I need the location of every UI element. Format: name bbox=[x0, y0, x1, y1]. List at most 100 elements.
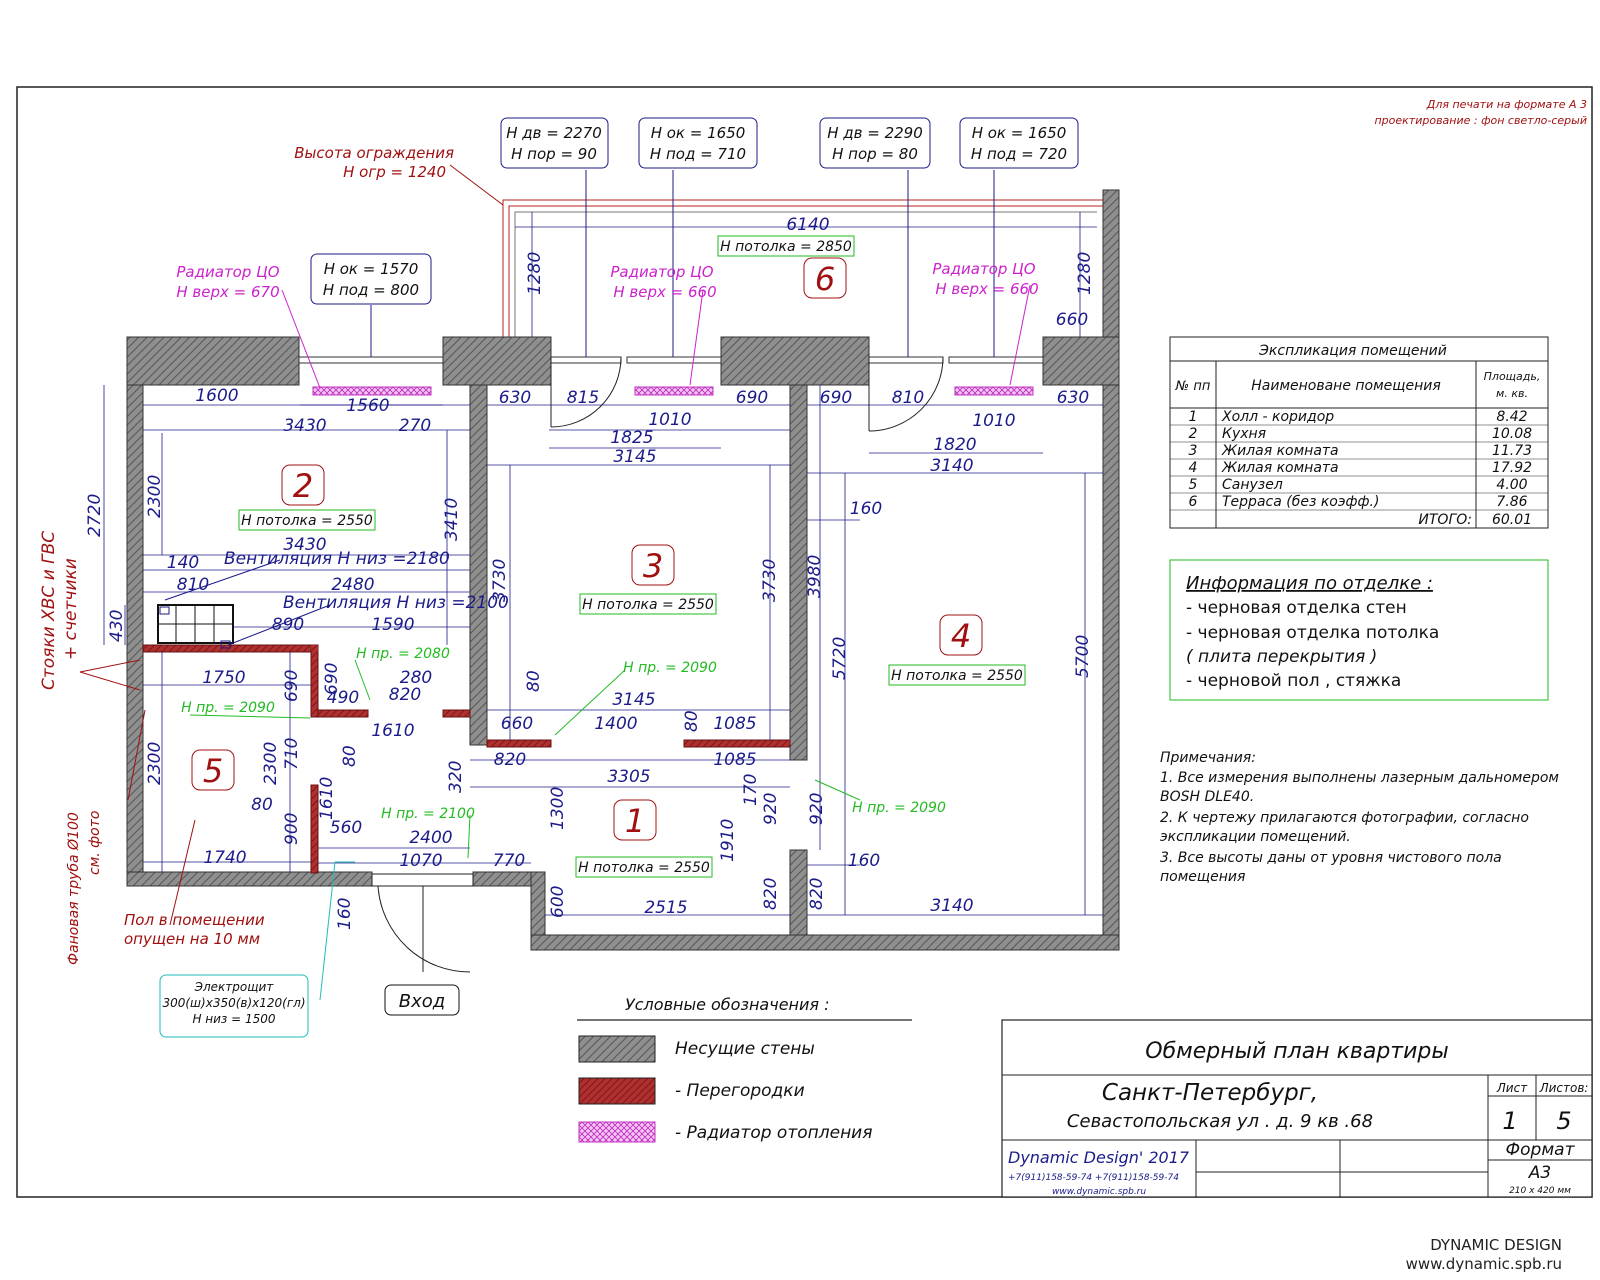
stamp-company: Dynamic Design' 2017 bbox=[1008, 1148, 1190, 1167]
svg-text:Н пор = 90: Н пор = 90 bbox=[511, 145, 597, 163]
svg-text:1010: 1010 bbox=[648, 410, 691, 430]
svg-text:17.92: 17.92 bbox=[1492, 460, 1532, 476]
room-4: 4 Н потолка = 2550 bbox=[888, 614, 1026, 686]
svg-text:1010: 1010 bbox=[972, 411, 1015, 431]
svg-text:Н потолка = 2850: Н потолка = 2850 bbox=[720, 239, 852, 255]
svg-text:3: 3 bbox=[643, 547, 663, 585]
svg-text:Н под = 710: Н под = 710 bbox=[650, 145, 746, 163]
footer-brand: DYNAMIC DESIGN bbox=[1430, 1236, 1562, 1254]
radiator-label-1a: Радиатор ЦО bbox=[176, 263, 279, 281]
svg-text:710: 710 bbox=[282, 738, 302, 770]
entrance-label: Вход bbox=[384, 984, 460, 1016]
svg-text:5: 5 bbox=[203, 752, 223, 790]
room-3: 3 Н потолка = 2550 bbox=[579, 544, 717, 615]
svg-text:Вход: Вход bbox=[399, 991, 445, 1012]
svg-text:3430: 3430 bbox=[283, 416, 326, 436]
svg-text:( плита перекрытия ): ( плита перекрытия ) bbox=[1186, 647, 1377, 667]
svg-text:80: 80 bbox=[251, 795, 273, 815]
svg-text:Информация по отделке :: Информация по отделке : bbox=[1186, 573, 1433, 594]
svg-text:3145: 3145 bbox=[613, 447, 656, 467]
svg-text:3980: 3980 bbox=[805, 555, 825, 598]
svg-text:1750: 1750 bbox=[202, 668, 245, 688]
floor-note-2: опущен на 10 мм bbox=[124, 930, 260, 948]
svg-text:Примечания:: Примечания: bbox=[1160, 750, 1256, 766]
svg-text:3140: 3140 bbox=[930, 456, 973, 476]
svg-text:810: 810 bbox=[177, 575, 209, 595]
svg-text:630: 630 bbox=[1057, 388, 1089, 408]
dimension-texts: 6140 1280 1280 660 1600 1560 3430 270 27… bbox=[85, 215, 1095, 930]
room-1: 1 Н потолка = 2550 bbox=[575, 799, 713, 878]
svg-text:Н ок = 1650: Н ок = 1650 bbox=[651, 124, 746, 142]
print-note-1: Для печати на формате А 3 bbox=[1426, 98, 1587, 111]
svg-text:660: 660 bbox=[501, 714, 533, 734]
svg-text:1610: 1610 bbox=[371, 721, 414, 741]
svg-text:3305: 3305 bbox=[607, 767, 650, 787]
page-footer: DYNAMIC DESIGN www.dynamic.spb.ru bbox=[1406, 1236, 1562, 1274]
svg-text:1825: 1825 bbox=[610, 428, 653, 448]
radiator-label-3a: Радиатор ЦО bbox=[932, 260, 1035, 278]
svg-text:900: 900 bbox=[282, 813, 302, 845]
svg-text:Н низ = 1500: Н низ = 1500 bbox=[192, 1012, 275, 1026]
svg-text:1820: 1820 bbox=[933, 435, 976, 455]
svg-text:- черновая отделка потолка: - черновая отделка потолка bbox=[1186, 623, 1439, 643]
svg-text:2720: 2720 bbox=[85, 494, 105, 537]
svg-text:820: 820 bbox=[807, 878, 827, 910]
svg-text:2300: 2300 bbox=[145, 475, 165, 518]
svg-text:Н дв = 2270: Н дв = 2270 bbox=[506, 124, 602, 142]
finish-info-box: Информация по отделке : - черновая отдел… bbox=[1169, 559, 1549, 701]
svg-text:770: 770 bbox=[493, 851, 525, 871]
svg-text:Терраса (без коэфф.): Терраса (без коэфф.) bbox=[1222, 494, 1379, 510]
stamp-format-size: 210 х 420 мм bbox=[1509, 1186, 1571, 1196]
room-6: 6 Н потолка = 2850 bbox=[717, 235, 855, 299]
footer-url[interactable]: www.dynamic.spb.ru bbox=[1406, 1255, 1562, 1274]
svg-text:140: 140 bbox=[167, 553, 199, 573]
svg-text:920: 920 bbox=[807, 793, 827, 825]
svg-text:630: 630 bbox=[499, 388, 531, 408]
svg-text:80: 80 bbox=[340, 745, 360, 767]
svg-text:1560: 1560 bbox=[346, 396, 389, 416]
svg-text:80: 80 bbox=[524, 670, 544, 692]
title-stamp: Обмерный план квартиры Санкт-Петербург, … bbox=[1001, 1019, 1593, 1198]
passage-label-2: Н пр. = 2090 bbox=[623, 660, 717, 676]
svg-text:1300: 1300 bbox=[548, 787, 568, 830]
svg-text:80: 80 bbox=[682, 710, 702, 732]
explication-total: 60.01 bbox=[1492, 512, 1532, 528]
stamp-format-label: Формат bbox=[1506, 1140, 1576, 1160]
svg-text:6: 6 bbox=[815, 260, 835, 298]
opening-box-2: Н ок = 1650 Н под = 710 bbox=[638, 117, 758, 169]
svg-text:- черновая отделка стен: - черновая отделка стен bbox=[1186, 598, 1407, 618]
svg-text:1280: 1280 bbox=[1075, 252, 1095, 295]
svg-text:экспликации помещений.: экспликации помещений. bbox=[1160, 829, 1351, 845]
svg-text:5700: 5700 bbox=[1073, 635, 1093, 678]
stamp-sheets: 5 bbox=[1556, 1107, 1571, 1135]
radiator-label-3b: Н верх = 660 bbox=[935, 280, 1038, 298]
svg-text:160: 160 bbox=[848, 851, 880, 871]
svg-text:Н потолка = 2550: Н потолка = 2550 bbox=[241, 513, 373, 529]
svg-text:Н потолка = 2550: Н потолка = 2550 bbox=[891, 668, 1023, 684]
svg-text:Жилая комната: Жилая комната bbox=[1221, 460, 1339, 476]
radiator-label-2a: Радиатор ЦО bbox=[610, 263, 713, 281]
explication-table: Экспликация помещений № пп Наименоване п… bbox=[1169, 336, 1549, 529]
explication-col-name: Наименоване помещения bbox=[1251, 378, 1441, 394]
svg-text:890: 890 bbox=[272, 615, 304, 635]
explication-col-num: № пп bbox=[1175, 379, 1211, 394]
svg-text:4: 4 bbox=[951, 617, 971, 655]
svg-text:560: 560 bbox=[330, 818, 362, 838]
opening-box-3: Н дв = 2290 Н пор = 80 bbox=[819, 117, 931, 169]
pipe-label-2: см. фото bbox=[87, 811, 103, 875]
explication-total-label: ИТОГО: bbox=[1418, 512, 1472, 528]
svg-text:1085: 1085 bbox=[713, 750, 756, 770]
radiator-label-1b: Н верх = 670 bbox=[176, 283, 279, 301]
floor-plan-drawing: Для печати на формате А 3 проектирование… bbox=[16, 86, 1593, 1198]
svg-text:2300: 2300 bbox=[261, 742, 281, 785]
stamp-sheets-label: Листов: bbox=[1539, 1081, 1589, 1095]
svg-text:11.73: 11.73 bbox=[1492, 443, 1532, 459]
svg-text:7.86: 7.86 bbox=[1496, 494, 1527, 510]
passage-label-1: Н пр. = 2080 bbox=[356, 646, 450, 662]
legend-walls: Несущие стены bbox=[675, 1039, 815, 1059]
svg-text:1280: 1280 bbox=[525, 252, 545, 295]
passage-label-4: Н пр. = 2100 bbox=[381, 806, 475, 822]
svg-text:815: 815 bbox=[567, 388, 599, 408]
fence-label-1: Высота ограждения bbox=[294, 144, 454, 162]
stamp-city: Санкт-Петербург, bbox=[1102, 1080, 1318, 1106]
